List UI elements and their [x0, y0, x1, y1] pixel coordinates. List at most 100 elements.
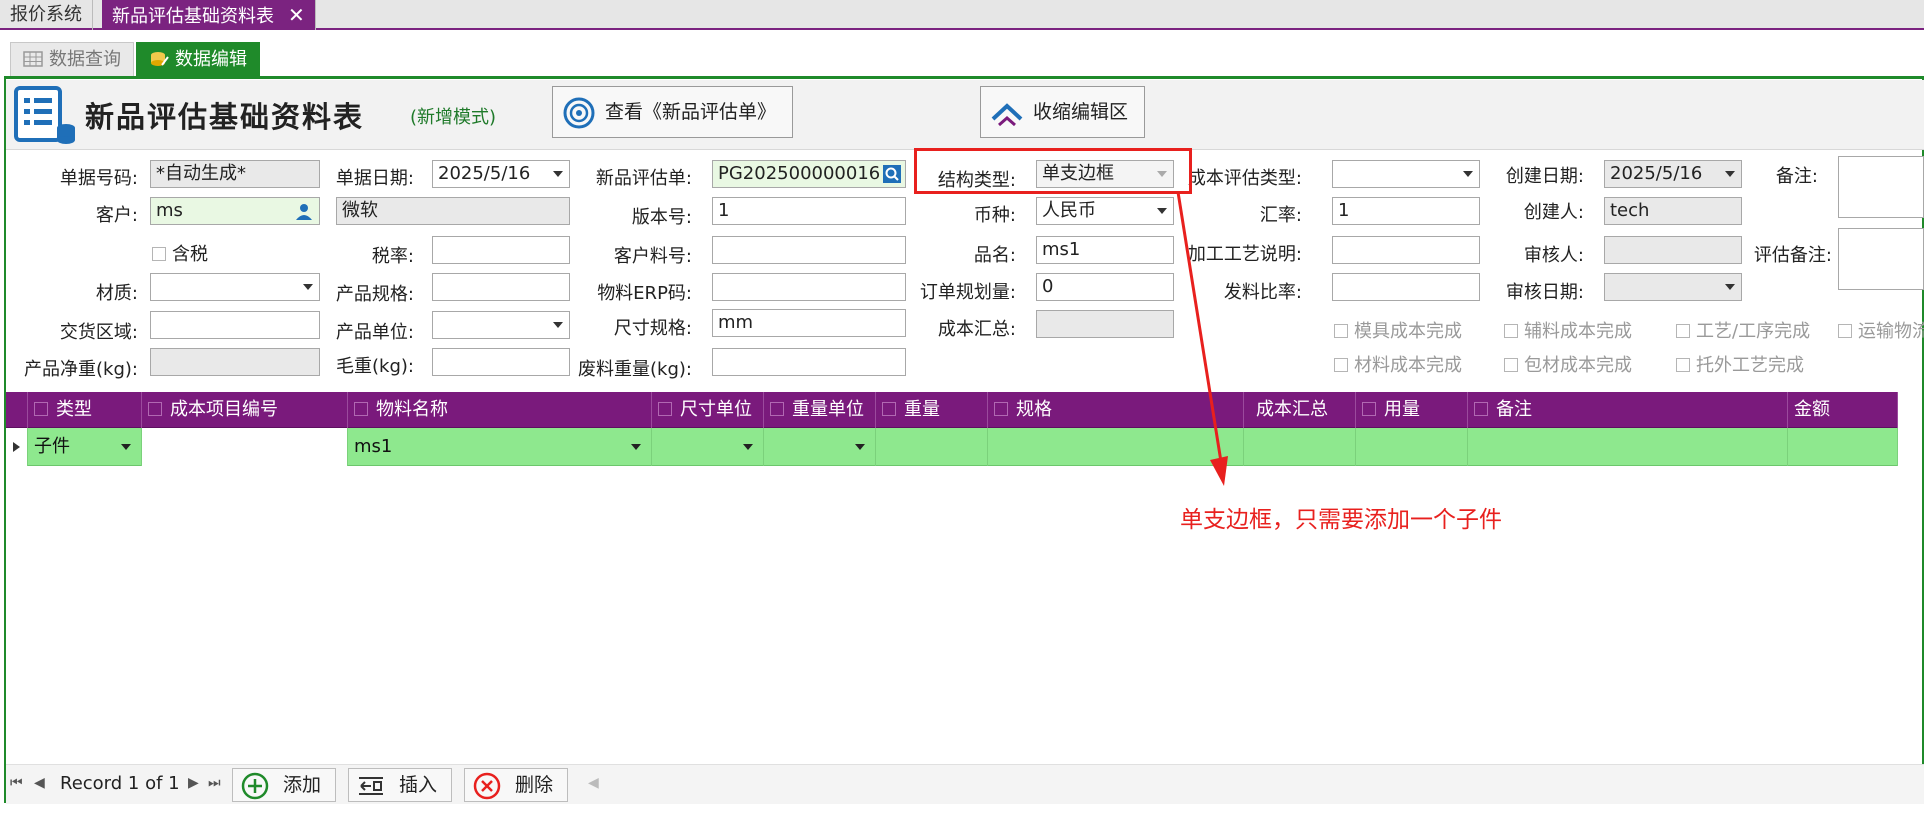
size-unit-cell[interactable]	[652, 428, 764, 466]
outsource-done-checkbox[interactable]: 托外工艺完成	[1676, 351, 1804, 377]
close-icon[interactable]: ✕	[288, 3, 305, 27]
aux-cost-done-checkbox[interactable]: 辅料成本完成	[1504, 317, 1632, 343]
document-tab-bar: 报价系统 新品评估基础资料表 ✕	[0, 0, 1924, 30]
scrap-weight-field[interactable]	[712, 348, 906, 376]
next-record-icon[interactable]: ▶	[188, 775, 199, 791]
column-header[interactable]: 成本项目编号	[142, 392, 348, 428]
type-cell[interactable]: 子件	[28, 428, 142, 466]
checkbox-label: 含税	[172, 244, 208, 265]
document-stack-icon	[14, 86, 75, 144]
audit-date-label: 审核日期:	[1505, 282, 1584, 303]
weight-cell[interactable]	[876, 428, 988, 466]
tab-label: 数据查询	[49, 49, 121, 70]
gross-weight-field[interactable]	[432, 348, 570, 376]
size-spec-field[interactable]: mm	[712, 309, 906, 337]
column-header[interactable]: 物料名称	[348, 392, 652, 428]
product-name-field[interactable]: ms1	[1036, 236, 1174, 264]
cust-part-no-field[interactable]	[712, 236, 906, 264]
material-select[interactable]	[150, 273, 320, 301]
collapse-edit-area-button[interactable]: 收缩编辑区	[980, 86, 1146, 138]
tab-new-product-eval[interactable]: 新品评估基础资料表 ✕	[102, 0, 316, 30]
table-row[interactable]: 子件 ms1	[6, 428, 1898, 466]
annotation-arrow	[1176, 191, 1228, 486]
version-field[interactable]: 1	[712, 197, 906, 225]
cost-eval-type-select[interactable]	[1332, 160, 1480, 188]
net-weight-field	[150, 348, 320, 376]
delivery-area-field[interactable]	[150, 311, 320, 339]
size-spec-label: 尺寸规格:	[613, 318, 692, 339]
erp-code-field[interactable]	[712, 273, 906, 301]
column-header[interactable]: 类型	[28, 392, 142, 428]
edit-icon	[148, 402, 162, 416]
edit-icon	[658, 402, 672, 416]
checkbox-label: 工艺/工序完成	[1696, 321, 1811, 342]
mode-indicator: (新增模式)	[410, 107, 497, 128]
dropdown-arrow-icon	[303, 284, 313, 290]
mold-cost-done-checkbox[interactable]: 模具成本完成	[1334, 317, 1462, 343]
process-desc-field[interactable]	[1332, 236, 1480, 264]
cust-part-no-label: 客户料号:	[613, 246, 692, 267]
eval-no-field[interactable]: PG202500000016	[712, 160, 906, 188]
tax-rate-field[interactable]	[432, 236, 570, 264]
qty-cell[interactable]	[1356, 428, 1468, 466]
view-tab-bar: 数据查询 数据编辑	[0, 32, 1924, 76]
bill-date-value: 2025/5/16	[438, 163, 531, 184]
tab-quote-system[interactable]: 报价系统	[0, 0, 93, 30]
grid-navigator: ⏮ ◀ Record 1 of 1 ▶ ⏭ 添加 插入 删除 ◀	[6, 764, 1924, 804]
column-header[interactable]: 备注	[1468, 392, 1788, 428]
currency-select[interactable]: 人民币	[1036, 197, 1174, 225]
column-label: 重量单位	[792, 399, 864, 420]
order-qty-field[interactable]: 0	[1036, 273, 1174, 301]
material-name-cell[interactable]: ms1	[348, 428, 652, 466]
unit-select[interactable]	[432, 311, 570, 339]
auditor-field	[1604, 236, 1742, 264]
tab-data-edit[interactable]: 数据编辑	[136, 42, 260, 76]
remark-cell[interactable]	[1468, 428, 1788, 466]
customer-label: 客户:	[95, 205, 138, 226]
search-icon[interactable]	[883, 165, 901, 183]
issue-ratio-field[interactable]	[1332, 273, 1480, 301]
prev-record-icon[interactable]: ◀	[34, 775, 45, 791]
process-done-checkbox[interactable]: 工艺/工序完成	[1676, 317, 1810, 343]
column-header[interactable]: 重量	[876, 392, 988, 428]
bill-date-picker[interactable]: 2025/5/16	[432, 160, 570, 188]
packaging-cost-done-checkbox[interactable]: 包材成本完成	[1504, 351, 1632, 377]
scroll-left-icon[interactable]: ◀	[588, 775, 599, 791]
spec-field[interactable]	[432, 273, 570, 301]
add-row-button[interactable]: 添加	[232, 768, 337, 802]
column-header[interactable]: 成本汇总	[1244, 392, 1356, 428]
unit-label: 产品单位:	[335, 322, 414, 343]
highlight-box	[914, 148, 1192, 194]
rate-field[interactable]: 1	[1332, 197, 1480, 225]
bill-no-field[interactable]: *自动生成*	[150, 160, 320, 188]
dropdown-arrow-icon	[631, 444, 641, 450]
column-header[interactable]: 用量	[1356, 392, 1468, 428]
column-label: 用量	[1384, 399, 1420, 420]
column-header[interactable]: 重量单位	[764, 392, 876, 428]
customer-field[interactable]: ms	[150, 197, 320, 225]
button-label: 删除	[515, 774, 554, 796]
checkbox-box	[1334, 324, 1348, 338]
column-header[interactable]: 尺寸单位	[652, 392, 764, 428]
user-icon[interactable]	[295, 202, 313, 220]
cell-value: 子件	[34, 436, 70, 457]
eval-remark-field[interactable]	[1838, 228, 1924, 290]
scrap-weight-label: 废料重量(kg):	[578, 359, 692, 380]
logistics-done-checkbox[interactable]: 运输物流	[1838, 317, 1924, 343]
delete-row-button[interactable]: 删除	[464, 768, 569, 802]
first-record-icon[interactable]: ⏮	[10, 775, 23, 791]
last-record-icon[interactable]: ⏭	[208, 775, 221, 791]
currency-value: 人民币	[1042, 200, 1096, 221]
dropdown-arrow-icon	[553, 171, 563, 177]
create-date-picker[interactable]: 2025/5/16	[1604, 160, 1742, 188]
column-label: 类型	[56, 399, 92, 420]
tax-included-checkbox[interactable]: 含税	[152, 240, 208, 266]
material-cost-done-checkbox[interactable]: 材料成本完成	[1334, 351, 1462, 377]
remark-field[interactable]	[1838, 156, 1924, 218]
view-eval-order-button[interactable]: 查看《新品评估单》	[552, 86, 794, 138]
column-header[interactable]: 金额	[1788, 392, 1898, 428]
cost-item-no-cell[interactable]	[142, 428, 348, 466]
insert-row-button[interactable]: 插入	[348, 768, 453, 802]
weight-unit-cell[interactable]	[764, 428, 876, 466]
tab-data-query[interactable]: 数据查询	[10, 42, 134, 76]
